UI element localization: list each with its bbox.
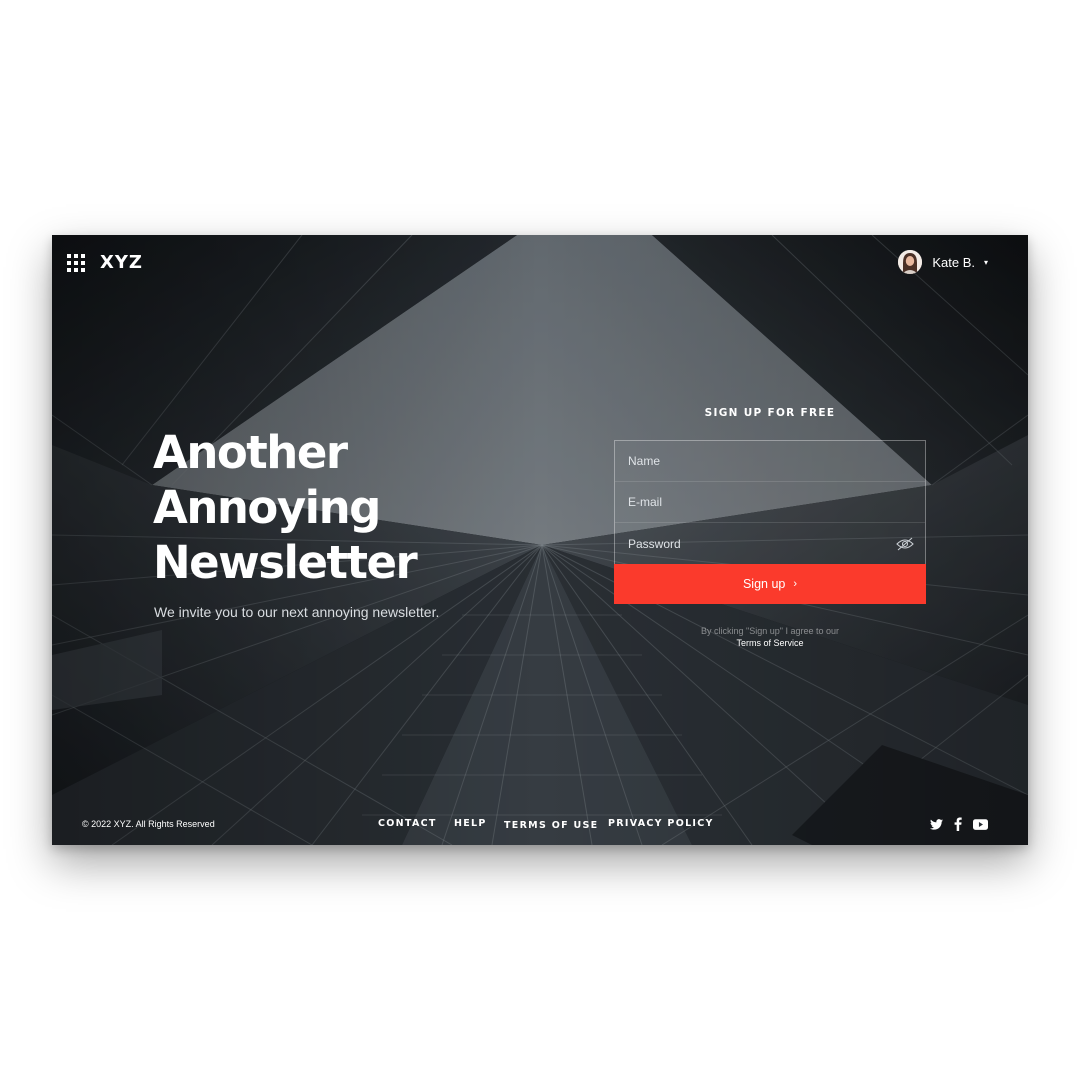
user-name: Kate B.	[932, 254, 975, 270]
chevron-down-icon: ▾	[983, 258, 988, 267]
footer-link-terms[interactable]: TERMS OF USE	[504, 820, 598, 831]
terms-of-service-link[interactable]: Terms of Service	[614, 637, 926, 649]
name-field[interactable]	[615, 441, 925, 481]
hero-subtitle: We invite you to our next annoying newsl…	[154, 604, 440, 620]
user-menu[interactable]: Kate B. ▾	[898, 249, 988, 275]
password-field-wrapper	[615, 523, 925, 564]
email-field-wrapper	[615, 482, 925, 523]
terms-note: By clicking "Sign up" I agree to our Ter…	[614, 625, 926, 649]
eye-off-icon[interactable]	[896, 537, 914, 551]
avatar	[898, 250, 923, 274]
password-field[interactable]	[615, 523, 925, 564]
hero-title-line: Another	[153, 426, 348, 479]
signup-button[interactable]: Sign up ›	[614, 564, 926, 604]
email-field[interactable]	[615, 482, 925, 522]
chevron-right-icon: ›	[793, 578, 798, 590]
hero-title-line: Annoying	[153, 481, 381, 534]
app-window: XYZ Kate B. ▾ Another Annoying Newslette…	[52, 235, 1028, 845]
hero-title-line: Newsletter	[153, 536, 418, 589]
top-bar: XYZ Kate B. ▾	[52, 235, 1028, 291]
footer-link-contact[interactable]: CONTACT	[378, 818, 437, 829]
signup-button-label: Sign up	[742, 577, 786, 591]
copyright: © 2022 XYZ. All Rights Reserved	[82, 819, 215, 829]
terms-prefix: By clicking "Sign up" I agree to our	[701, 626, 839, 636]
footer-link-help[interactable]: HELP	[454, 818, 487, 829]
form-title: SIGN UP FOR FREE	[704, 407, 836, 419]
youtube-icon[interactable]	[973, 819, 988, 830]
facebook-icon[interactable]	[954, 817, 962, 831]
grid-icon[interactable]	[67, 254, 85, 272]
hero-title: Another Annoying Newsletter	[153, 425, 533, 590]
name-field-wrapper	[615, 441, 925, 482]
twitter-icon[interactable]	[930, 819, 943, 830]
footer-link-privacy[interactable]: PRIVACY POLICY	[608, 818, 714, 829]
logo[interactable]: XYZ	[100, 252, 143, 273]
